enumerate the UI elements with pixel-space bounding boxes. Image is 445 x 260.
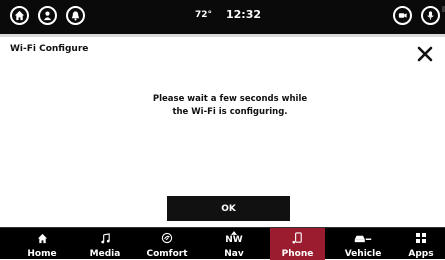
home-icon[interactable] — [10, 6, 29, 25]
nav-vehicle-label: Vehicle — [344, 249, 382, 259]
nav-phone-label: Phone — [281, 249, 314, 259]
nav-phone[interactable]: Phone — [270, 228, 325, 260]
phone-icon — [270, 231, 325, 245]
nav-home[interactable]: Home — [18, 228, 66, 260]
climate-control-icon — [141, 231, 193, 245]
compass-direction: NW — [225, 235, 243, 245]
nav-comfort-label: Comfort — [146, 249, 188, 259]
message-line-1: Please wait a few seconds while — [152, 94, 308, 104]
status-bar-divider — [0, 34, 445, 37]
nav-navigation-label: Nav — [224, 249, 244, 259]
nav-vehicle[interactable]: Vehicle — [337, 228, 389, 260]
nav-home-label: Home — [27, 249, 57, 259]
home-icon — [18, 231, 66, 245]
close-icon — [417, 46, 433, 62]
vehicle-icon — [337, 231, 389, 245]
driver-profile-icon[interactable] — [38, 6, 57, 25]
notification-bell-icon[interactable] — [66, 6, 85, 25]
status-message: Please wait a few seconds while the Wi-F… — [120, 93, 340, 119]
nav-apps[interactable]: Apps — [397, 228, 445, 260]
nav-media-label: Media — [89, 249, 121, 259]
compass-heading: NW — [210, 228, 258, 248]
message-line-2: the Wi-Fi is configuring. — [172, 107, 288, 117]
bottom-navigation: Home Media Comfort NW Nav Phone Vehicle — [0, 227, 445, 260]
camera-icon[interactable] — [393, 6, 412, 25]
page-title: Wi-Fi Configure — [10, 44, 89, 54]
status-bar: 72° 12:32 — [0, 0, 445, 34]
nav-navigation[interactable]: NW Nav — [210, 228, 258, 260]
temperature-readout: 72° — [195, 10, 213, 20]
nav-apps-label: Apps — [408, 249, 434, 259]
clock: 12:32 — [226, 8, 262, 21]
nav-comfort[interactable]: Comfort — [141, 228, 193, 260]
voice-command-icon[interactable] — [421, 6, 440, 25]
ok-button[interactable]: OK — [167, 196, 290, 221]
nav-media[interactable]: Media — [81, 228, 129, 260]
close-button[interactable] — [415, 44, 435, 64]
apps-grid-icon — [397, 231, 445, 245]
music-note-icon — [81, 231, 129, 245]
